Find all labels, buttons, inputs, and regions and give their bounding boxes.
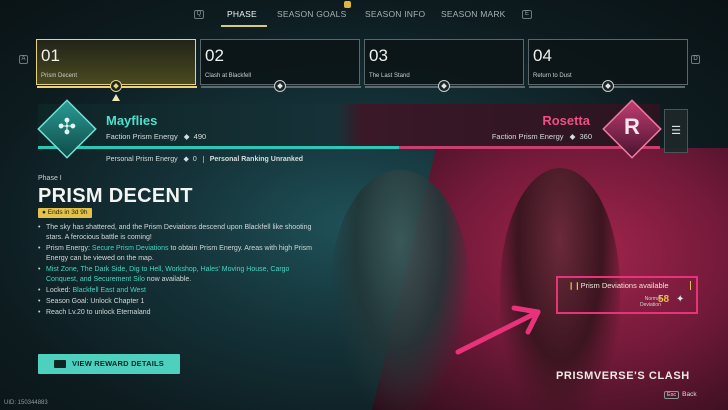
back-button[interactable]: Esc Back	[664, 391, 697, 399]
annotation-arrow-icon	[455, 305, 541, 355]
esc-key-hint: Esc	[664, 391, 680, 399]
event-name: PRISMVERSE'S CLASH	[556, 370, 690, 382]
back-label: Back	[682, 391, 697, 398]
user-id: UID: 150344883	[4, 400, 48, 406]
